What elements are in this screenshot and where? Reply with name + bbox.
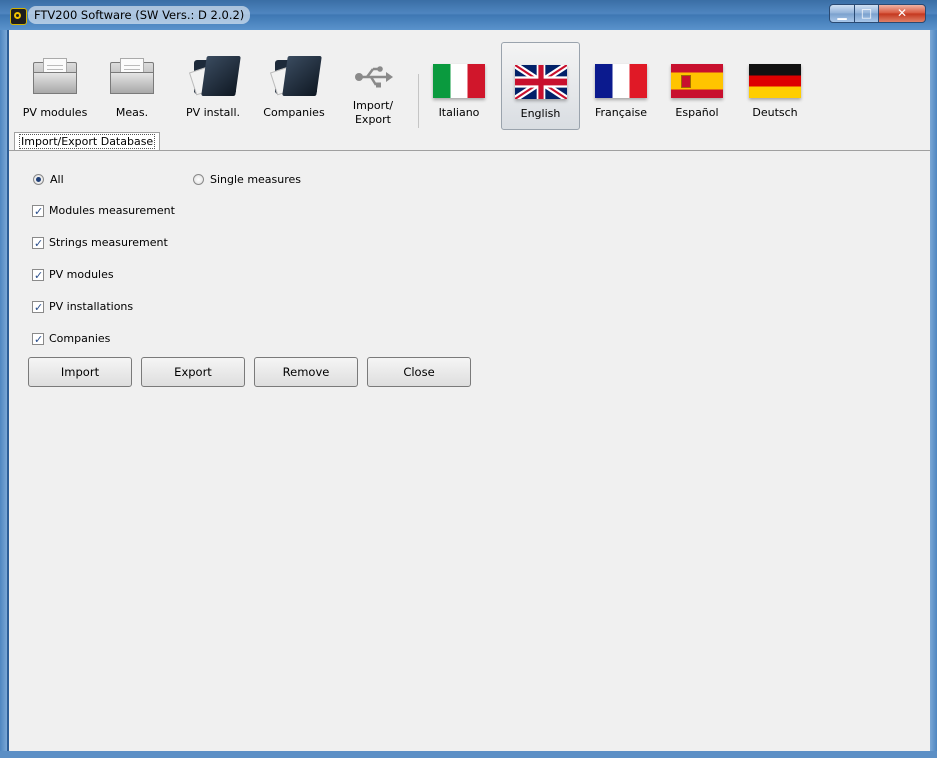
- radio-label: Single measures: [210, 173, 302, 186]
- toolbar-label: Deutsch: [752, 106, 798, 119]
- toolbar-label-line2: Export: [354, 113, 391, 126]
- france-flag-icon: [595, 64, 647, 98]
- language-espanol-button[interactable]: Español: [665, 42, 729, 130]
- italy-flag-icon: [433, 64, 485, 98]
- toolbar-label: Import/: [352, 99, 394, 112]
- toolbar-label: Italiano: [438, 106, 480, 119]
- toolbar-import-export-button[interactable]: Import/ Export: [341, 42, 405, 130]
- checkbox-control[interactable]: ✓: [32, 269, 44, 282]
- close-window-button[interactable]: ✕: [878, 4, 926, 23]
- checkbox-control[interactable]: ✓: [32, 301, 44, 314]
- checkbox-control[interactable]: ✓: [32, 333, 44, 346]
- remove-button[interactable]: Remove: [254, 357, 358, 387]
- tab-label: Import/Export Database: [19, 134, 156, 149]
- main-toolbar: PV modules Meas. PV install. Companies I…: [9, 30, 930, 132]
- checkbox-label: Companies: [49, 332, 111, 345]
- radio-all-control[interactable]: [33, 174, 44, 185]
- close-button[interactable]: Close: [367, 357, 471, 387]
- minimize-button[interactable]: ▁: [829, 4, 855, 23]
- toolbar-pv-install-button[interactable]: PV install.: [179, 42, 247, 130]
- radio-single-measures-control[interactable]: [193, 174, 204, 185]
- toolbar-label: Meas.: [115, 106, 149, 119]
- checkmark-icon: ✓: [34, 237, 44, 250]
- window-title: FTV200 Software (SW Vers.: D 2.0.2): [28, 6, 251, 24]
- checkmark-icon: ✓: [34, 269, 44, 282]
- tab-import-export-database[interactable]: Import/Export Database: [14, 132, 161, 150]
- import-button[interactable]: Import: [28, 357, 132, 387]
- toolbar-label: PV install.: [185, 106, 241, 119]
- checkbox-label: Strings measurement: [49, 236, 168, 249]
- checkbox-label: Modules measurement: [49, 204, 175, 217]
- dark-folder-icon: [188, 54, 241, 96]
- window-frame-bottom: [0, 751, 937, 758]
- language-deutsch-button[interactable]: Deutsch: [741, 42, 809, 130]
- grey-folder-icon: [33, 58, 77, 94]
- toolbar-label: Español: [675, 106, 719, 119]
- toolbar-pv-modules-button[interactable]: PV modules: [17, 42, 93, 130]
- toolbar-label: PV modules: [22, 106, 88, 119]
- spain-flag-icon: [671, 64, 723, 98]
- title-bar[interactable]: FTV200 Software (SW Vers.: D 2.0.2) ▁ □ …: [0, 0, 937, 30]
- window-frame-edge: [7, 30, 9, 751]
- language-francaise-button[interactable]: Française: [587, 42, 655, 130]
- toolbar-meas-button[interactable]: Meas.: [100, 42, 164, 130]
- language-italiano-button[interactable]: Italiano: [425, 42, 493, 130]
- window-frame-right: [930, 30, 937, 758]
- checkbox-label: PV modules: [49, 268, 114, 281]
- toolbar-companies-button[interactable]: Companies: [259, 42, 329, 130]
- dark-folder-icon: [269, 54, 322, 96]
- toolbar-label: Française: [594, 106, 648, 119]
- checkbox-label: PV installations: [49, 300, 134, 313]
- maximize-icon: □: [860, 6, 873, 20]
- germany-flag-icon: [749, 64, 801, 98]
- checkmark-icon: ✓: [34, 333, 44, 346]
- toolbar-label: English: [520, 107, 561, 120]
- checkmark-icon: ✓: [34, 301, 44, 314]
- maximize-button[interactable]: □: [854, 4, 879, 23]
- checkbox-control[interactable]: ✓: [32, 205, 44, 218]
- radio-label: All: [50, 173, 64, 186]
- export-button[interactable]: Export: [141, 357, 245, 387]
- close-icon: ✕: [896, 6, 908, 20]
- checkmark-icon: ✓: [34, 205, 44, 218]
- toolbar-separator: [418, 74, 419, 128]
- usb-icon: [355, 66, 393, 88]
- toolbar-label: Companies: [263, 106, 325, 119]
- checkbox-control[interactable]: ✓: [32, 237, 44, 250]
- window-frame-left: [0, 30, 7, 758]
- app-logo-icon[interactable]: [10, 8, 27, 25]
- tab-bar-divider: [9, 150, 930, 151]
- minimize-icon: ▁: [837, 6, 847, 20]
- grey-folder-icon: [110, 58, 154, 94]
- language-english-button[interactable]: English: [501, 42, 580, 130]
- uk-flag-icon: [514, 65, 567, 99]
